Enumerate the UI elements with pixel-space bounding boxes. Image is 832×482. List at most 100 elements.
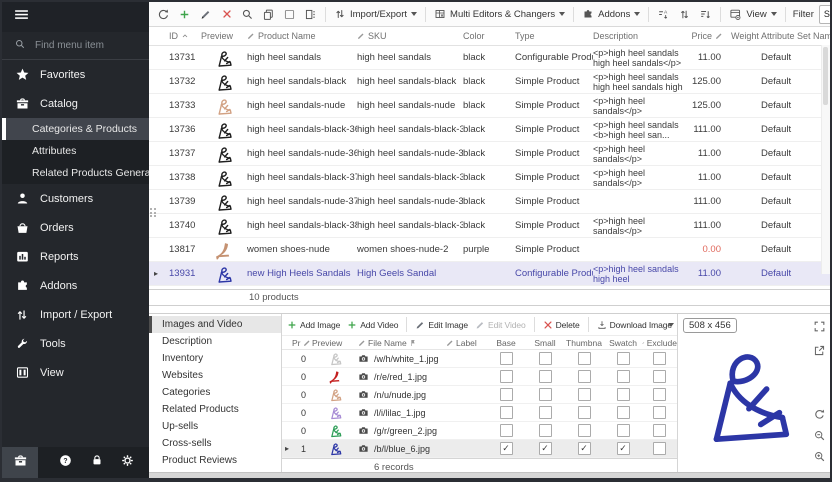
delete-image-button[interactable]: Delete: [541, 320, 582, 330]
column-header-id[interactable]: ID: [163, 27, 201, 45]
filter-flag-icon[interactable]: [409, 339, 417, 347]
edit-product-button[interactable]: [196, 5, 215, 23]
sort-az-button[interactable]: A: [654, 5, 673, 23]
edit-image-button[interactable]: Edit Image: [413, 320, 470, 330]
tab-cross-sells[interactable]: Cross-sells: [149, 435, 281, 452]
checkbox[interactable]: [578, 352, 591, 365]
help-button[interactable]: ?: [50, 453, 81, 473]
splitter-handle[interactable]: [150, 208, 157, 217]
refresh-button[interactable]: [154, 5, 173, 23]
tab-inventory[interactable]: Inventory: [149, 350, 281, 367]
sidebar-item-favorites[interactable]: Favorites: [2, 60, 149, 89]
rotate-button[interactable]: [813, 408, 826, 426]
fullscreen-button[interactable]: [813, 320, 826, 338]
sidebar-item-import-export[interactable]: Import / Export: [2, 300, 149, 329]
sort-amount-button[interactable]: [696, 5, 715, 23]
store-manager-icon-button[interactable]: [2, 447, 38, 478]
multi-editors-menu[interactable]: Multi Editors & Changers: [431, 5, 568, 23]
open-external-button[interactable]: [813, 344, 826, 362]
tab-websites[interactable]: Websites: [149, 367, 281, 384]
checkbox[interactable]: [500, 406, 513, 419]
toolbar-overflow-chevron[interactable]: [668, 323, 674, 327]
checkbox[interactable]: [500, 388, 513, 401]
lock-button[interactable]: [81, 453, 112, 472]
checkbox[interactable]: [617, 352, 630, 365]
add-image-button[interactable]: Add Image: [285, 320, 342, 330]
sidebar-item-catalog[interactable]: Catalog: [2, 89, 149, 118]
tab-categories[interactable]: Categories: [149, 384, 281, 401]
checkbox[interactable]: [578, 406, 591, 419]
column-header-pr[interactable]: Pr: [292, 336, 312, 349]
checkbox[interactable]: [653, 424, 666, 437]
sidebar-item-customers[interactable]: Customers: [2, 184, 149, 213]
checkbox[interactable]: [500, 352, 513, 365]
addons-menu[interactable]: Addons: [579, 5, 643, 23]
tab-related-products[interactable]: Related Products: [149, 401, 281, 418]
product-row[interactable]: 13732high heel sandals-blackhigh heel sa…: [149, 70, 830, 94]
checkbox[interactable]: [500, 424, 513, 437]
tab-description[interactable]: Description: [149, 333, 281, 350]
column-header-color[interactable]: Color: [463, 27, 515, 45]
download-image-button[interactable]: Download Image: [595, 320, 674, 330]
checkbox[interactable]: [578, 370, 591, 383]
column-header-sku[interactable]: SKU: [357, 27, 463, 45]
column-header-swatch[interactable]: Swatch: [604, 336, 642, 349]
product-row[interactable]: 13738high heel sandals-black-37high heel…: [149, 166, 830, 190]
product-row[interactable]: ▸13931new High Heels SandalsHigh Geels S…: [149, 262, 830, 286]
checkbox[interactable]: [653, 442, 666, 455]
checkbox[interactable]: [539, 406, 552, 419]
checkbox[interactable]: ✓: [578, 442, 591, 455]
search-products-button[interactable]: [238, 5, 257, 23]
checkbox[interactable]: [653, 406, 666, 419]
column-header-preview[interactable]: Preview: [312, 336, 358, 349]
product-row[interactable]: 13817women shoes-nudewomen shoes-nude-2p…: [149, 238, 830, 262]
product-row[interactable]: 13737high heel sandals-nude-36high heel …: [149, 142, 830, 166]
sidebar-item-view[interactable]: View: [2, 358, 149, 387]
tab-up-sells[interactable]: Up-sells: [149, 418, 281, 435]
checkbox[interactable]: [617, 370, 630, 383]
checkbox[interactable]: ✓: [617, 442, 630, 455]
add-product-button[interactable]: [175, 5, 194, 23]
column-header-preview[interactable]: Preview: [201, 27, 247, 45]
sidebar-item-related-products-generator[interactable]: Related Products Generator: [2, 162, 149, 184]
select-button[interactable]: [280, 5, 299, 23]
sidebar-item-categories-products[interactable]: Categories & Products: [2, 118, 149, 140]
checkbox[interactable]: [617, 388, 630, 401]
checkbox[interactable]: [578, 388, 591, 401]
edit-video-button[interactable]: Edit Video: [473, 320, 528, 330]
column-header-price[interactable]: Price: [685, 27, 731, 45]
copy-button[interactable]: [259, 5, 278, 23]
swap-order-button[interactable]: [675, 5, 694, 23]
image-row[interactable]: ▸1/b/l/blue_6.jpg✓✓✓✓: [282, 440, 677, 458]
checkbox[interactable]: [500, 370, 513, 383]
image-row[interactable]: 0/w/h/white_1.jpg: [282, 350, 677, 368]
column-header-product-name[interactable]: Product Name: [247, 27, 357, 45]
sidebar-item-reports[interactable]: Reports: [2, 242, 149, 271]
paste-special-button[interactable]: [301, 5, 320, 23]
import-export-menu[interactable]: Import/Export: [331, 5, 420, 23]
product-row[interactable]: 13736high heel sandals-black-36high heel…: [149, 118, 830, 142]
product-row[interactable]: 13733high heel sandals-nudehigh heel san…: [149, 94, 830, 118]
menu-search[interactable]: [2, 32, 149, 60]
sidebar-item-addons[interactable]: Addons: [2, 271, 149, 300]
settings-button[interactable]: [112, 453, 143, 473]
products-scrollbar[interactable]: [821, 45, 830, 274]
checkbox[interactable]: ✓: [500, 442, 513, 455]
column-header-weight[interactable]: Weight: [731, 27, 761, 45]
checkbox[interactable]: [539, 352, 552, 365]
image-row[interactable]: 0/l/i/lilac_1.jpg: [282, 404, 677, 422]
checkbox[interactable]: [539, 370, 552, 383]
menu-search-input[interactable]: [33, 39, 137, 52]
checkbox[interactable]: [539, 424, 552, 437]
sidebar-item-orders[interactable]: Orders: [2, 213, 149, 242]
column-header-small[interactable]: Small: [526, 336, 564, 349]
column-header-thumbna[interactable]: Thumbna: [564, 336, 604, 349]
checkbox[interactable]: [653, 388, 666, 401]
menu-toggle-button[interactable]: [2, 2, 149, 32]
product-row[interactable]: 13739high heel sandals-nude-37high heel …: [149, 190, 830, 214]
zoom-in-button[interactable]: [813, 450, 826, 468]
filter-select[interactable]: Show products from selected categories: [819, 5, 830, 24]
checkbox[interactable]: [539, 388, 552, 401]
checkbox[interactable]: ✓: [539, 442, 552, 455]
tab-images-and-video[interactable]: Images and Video: [149, 316, 281, 333]
